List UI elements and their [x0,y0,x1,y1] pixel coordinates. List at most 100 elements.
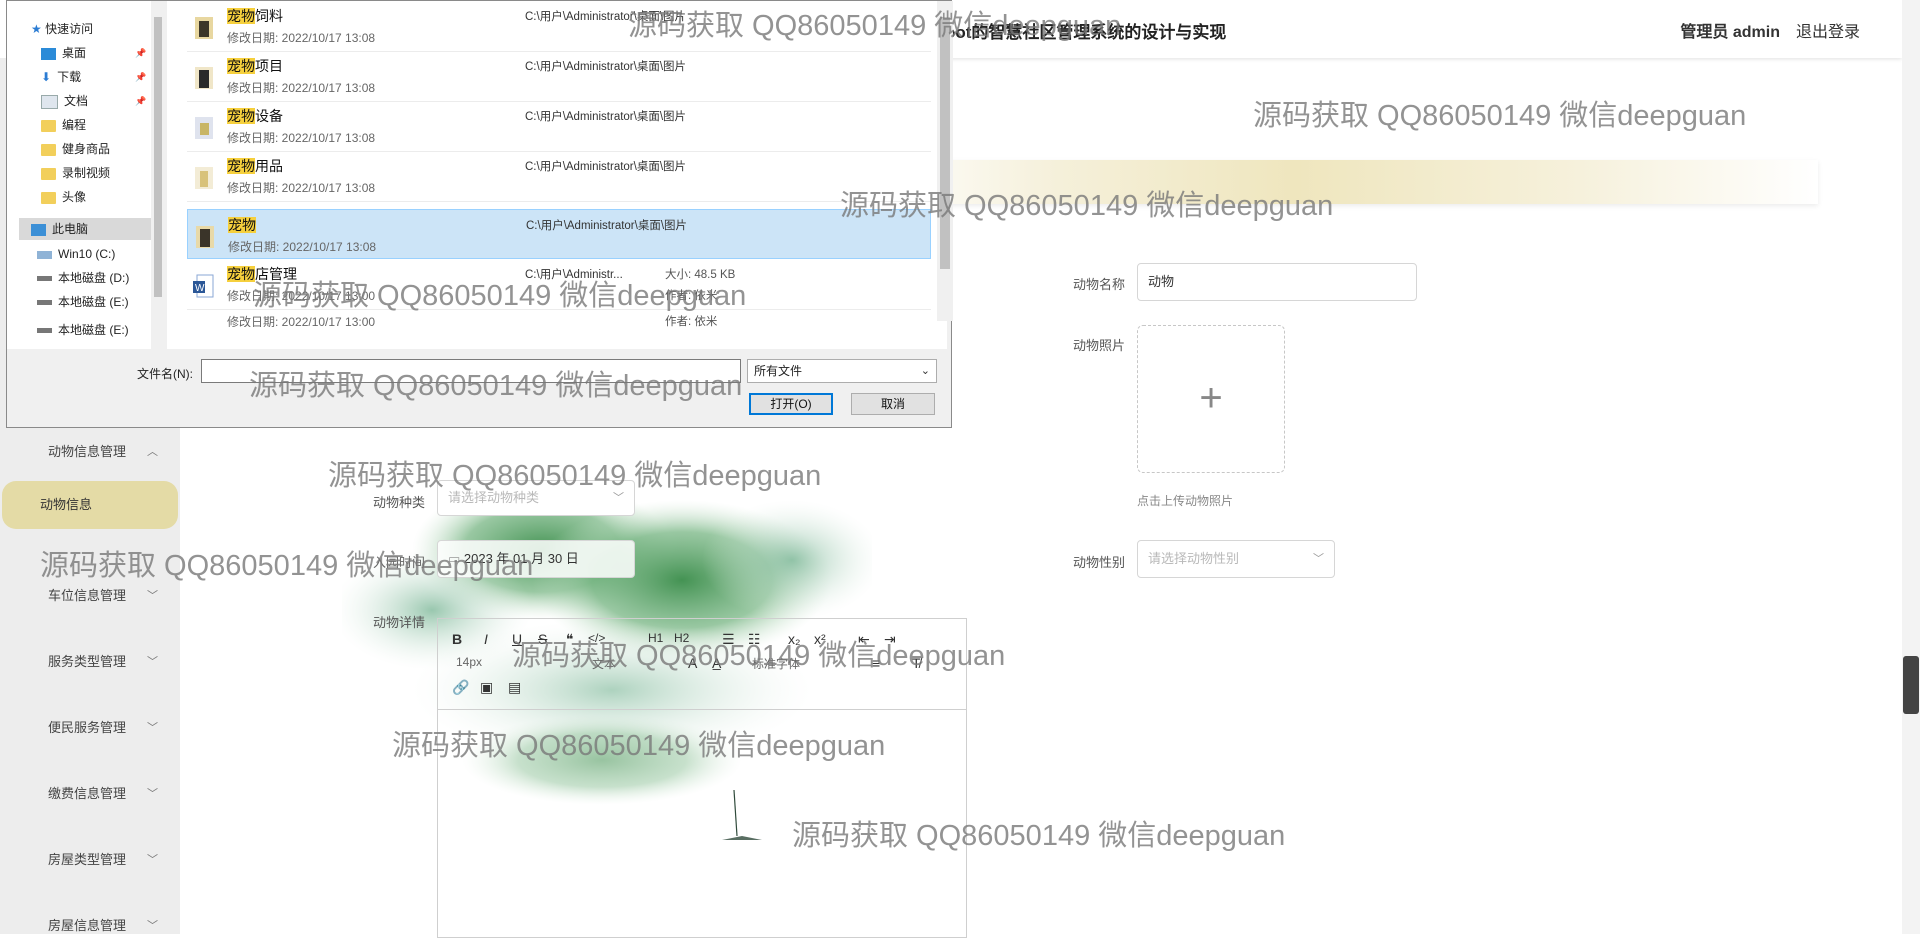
filename-input[interactable] [201,359,741,383]
nav-documents-label: 文档 [64,94,89,108]
animal-species-select[interactable]: 请选择动物种类 ﹀ [437,480,635,516]
animal-gender-select[interactable]: 请选择动物性别 ﹀ [1137,540,1335,578]
nav-scrollbar-thumb[interactable] [154,17,162,297]
subscript-button[interactable]: x₂ [788,631,800,647]
file-list-scrollbar[interactable] [937,1,953,321]
sidebar-item-animal-info-management[interactable]: 动物信息管理 ︿ [0,428,180,476]
link-icon[interactable]: 🔗 [452,679,469,696]
file-name-highlight: 宠物 [227,8,255,24]
rich-text-editor[interactable]: B I U S ❝ </> H1 H2 ☰ ☷ x₂ x² ⇤ ⇥ 14px 文… [437,618,967,938]
calendar-icon: ▭ [448,551,464,566]
photo-upload-box[interactable]: + [1137,325,1285,473]
word-file-icon: W [193,274,214,298]
open-button[interactable]: 打开(O) [749,393,833,415]
file-item-selected[interactable]: 宠物 修改日期: 2022/10/17 13:08 C:\用户\Administ… [187,209,931,259]
cancel-button[interactable]: 取消 [851,393,935,415]
heading-select[interactable]: 文本 [592,655,616,672]
nav-folder-programming[interactable]: 编程 [41,114,86,136]
font-family-select[interactable]: 标准字体 [752,655,800,672]
nav-quick-access[interactable]: ★ 快速访问 [31,18,93,40]
document-icon [41,94,58,109]
nav-drive-label: Win10 (C:) [58,247,116,261]
file-item[interactable]: 宠物用品 修改日期: 2022/10/17 13:08 C:\用户\Admini… [187,151,931,202]
sidebar-item-animal-info[interactable]: 动物信息 [2,481,178,529]
nav-folder-videos[interactable]: 录制视频 [41,162,110,184]
nav-downloads-label: 下载 [57,70,82,84]
sidebar-item-service-type-management[interactable]: 服务类型管理 ﹀ [0,638,180,686]
file-name-rest: 设备 [255,108,283,124]
sidebar-item-convenience-service-management[interactable]: 便民服务管理 ﹀ [0,704,180,752]
h1-button[interactable]: H1 [648,631,663,645]
animal-gender-label: 动物性别 [1072,555,1125,570]
nav-drive-e[interactable]: 本地磁盘 (E:) [37,291,129,313]
chevron-down-icon: ﹀ [147,920,158,932]
indent-button[interactable]: ⇥ [884,631,896,648]
underline-button[interactable]: U [512,631,522,647]
sidebar-item-payment-management[interactable]: 缴费信息管理 ﹀ [0,770,180,818]
sidebar-item-label: 房屋信息管理 [48,918,127,933]
sidebar-item-house-info-management[interactable]: 房屋信息管理 ﹀ [0,902,180,950]
nav-downloads[interactable]: ⬇ 下载 [41,66,81,88]
chevron-down-icon: ⌄ [920,365,930,377]
image-file-icon [195,117,213,139]
bullet-list-button[interactable]: ☷ [748,631,761,648]
nav-folder-fitness[interactable]: 健身商品 [41,138,110,160]
file-item[interactable]: W 宠物店管理 修改日期: 2022/10/17 13:00 C:\用户\Adm… [187,259,931,310]
outdent-button[interactable]: ⇤ [858,631,870,648]
watermark-text: 源码获取 QQ86050149 微信deepguan [1253,100,1747,132]
nav-documents[interactable]: 文档 [41,90,88,112]
font-size-select[interactable]: 14px [456,655,482,669]
text-color-icon[interactable]: A [688,655,697,671]
file-item-partial[interactable]: 修改日期: 2022/10/17 13:00 作者: 依米 [187,307,931,327]
h2-button[interactable]: H2 [674,631,689,645]
strike-button[interactable]: S [538,631,547,647]
file-name-highlight: 宠物 [227,158,255,174]
file-list-scrollbar-thumb[interactable] [940,17,950,269]
svg-text:W: W [195,283,205,294]
nav-scrollbar[interactable] [151,1,165,349]
page-scrollbar-thumb[interactable] [1903,656,1919,714]
entry-date-picker[interactable]: ▭ 2023 年 01 月 30 日 [437,540,635,578]
bold-button[interactable]: B [452,631,462,647]
breadcrumb-banner [868,160,1818,204]
image-icon[interactable]: ▣ [480,679,493,696]
chevron-down-icon: ﹀ [613,492,624,504]
nav-folder-avatars[interactable]: 头像 [41,186,86,208]
nav-desktop-label: 桌面 [62,46,87,60]
system-title: oot的智慧社区管理系统的设计与实现 [945,23,1227,42]
file-item[interactable]: 宠物设备 修改日期: 2022/10/17 13:08 C:\用户\Admini… [187,101,931,152]
file-date: 修改日期: 2022/10/17 13:08 [227,131,376,145]
file-name: 宠物用品 [227,156,283,176]
file-name-rest: 店管理 [255,266,297,282]
file-item[interactable]: 宠物项目 修改日期: 2022/10/17 13:08 C:\用户\Admini… [187,51,931,102]
code-button[interactable]: </> [588,631,605,645]
file-name-highlight: 宠物 [227,58,255,74]
sidebar-item-label: 车位信息管理 [48,588,127,603]
sidebar-item-label: 动物信息 [40,497,93,512]
nav-drive-c[interactable]: Win10 (C:) [37,243,115,265]
image-file-icon [195,67,213,89]
align-icon[interactable]: ≡ [872,655,880,671]
filetype-select[interactable]: 所有文件 ⌄ [747,359,937,383]
nav-this-pc[interactable]: 此电脑 [19,218,163,240]
ordered-list-button[interactable]: ☰ [722,631,735,648]
clear-format-icon[interactable]: T̸ [912,655,921,671]
sidebar-item-label: 缴费信息管理 [48,786,127,801]
page-scrollbar[interactable] [1902,0,1920,934]
sidebar-item-parking-management[interactable]: 车位信息管理 ﹀ [0,572,180,620]
editor-toolbar: B I U S ❝ </> H1 H2 ☰ ☷ x₂ x² ⇤ ⇥ 14px 文… [438,619,966,710]
background-color-icon[interactable]: A̲ [712,655,721,671]
quote-button[interactable]: ❝ [566,631,574,648]
nav-desktop[interactable]: 桌面 [41,42,86,64]
file-open-dialog: ★ 快速访问 桌面 📌 ⬇ 下载 📌 文档 📌 编程 健身商品 录制视频 头像 此… [6,0,953,428]
file-item[interactable]: 宠物饲料 修改日期: 2022/10/17 13:08 C:\用户\Admini… [187,1,931,52]
logout-link[interactable]: 退出登录 [1796,18,1860,42]
superscript-button[interactable]: x² [814,631,826,647]
animal-name-input[interactable]: 动物 [1137,263,1417,301]
nav-drive-e2[interactable]: 本地磁盘 (E:) [37,319,129,341]
video-icon[interactable]: ▤ [508,679,521,696]
sidebar-item-house-type-management[interactable]: 房屋类型管理 ﹀ [0,836,180,884]
nav-drive-d[interactable]: 本地磁盘 (D:) [37,267,129,289]
drive-icon [37,250,52,259]
italic-button[interactable]: I [484,631,488,647]
